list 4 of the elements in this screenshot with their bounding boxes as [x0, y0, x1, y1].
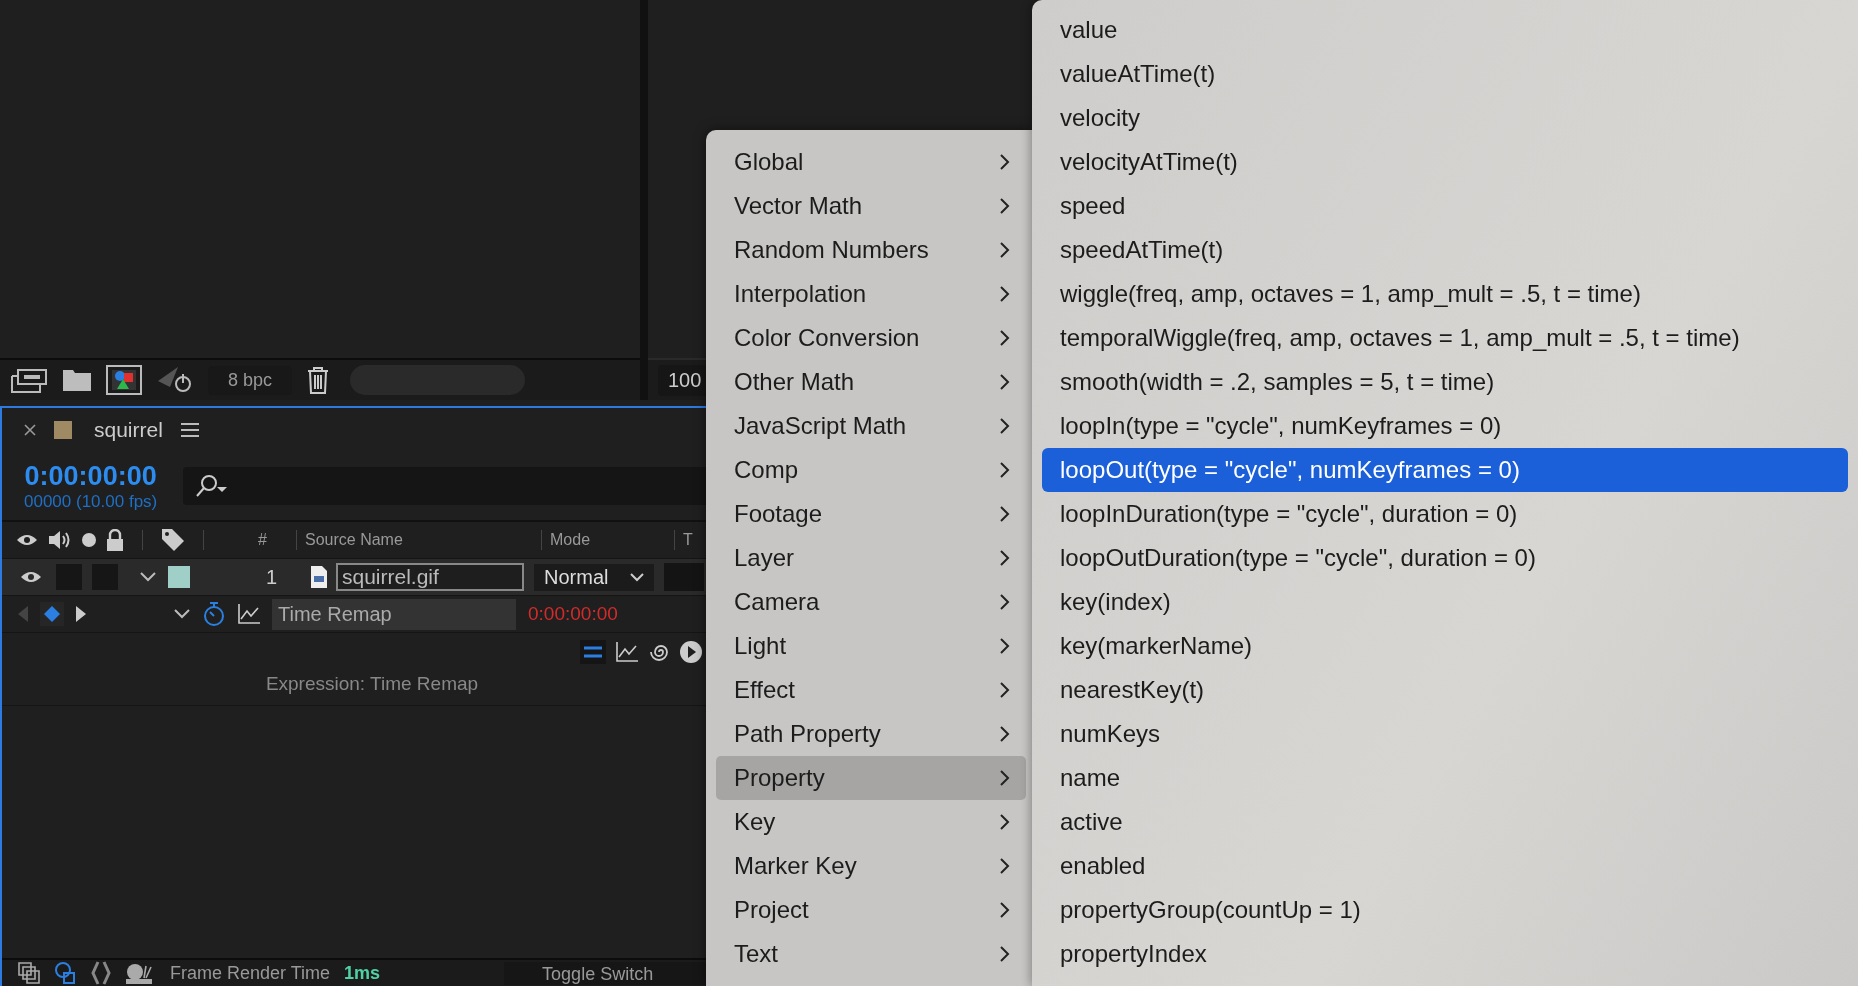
- frame-count: 00000 (10.00 fps): [24, 491, 158, 512]
- render-time-value: 1ms: [344, 962, 381, 984]
- layer-number: 1: [265, 565, 279, 589]
- render-time-label: Frame Render Time: [170, 962, 331, 984]
